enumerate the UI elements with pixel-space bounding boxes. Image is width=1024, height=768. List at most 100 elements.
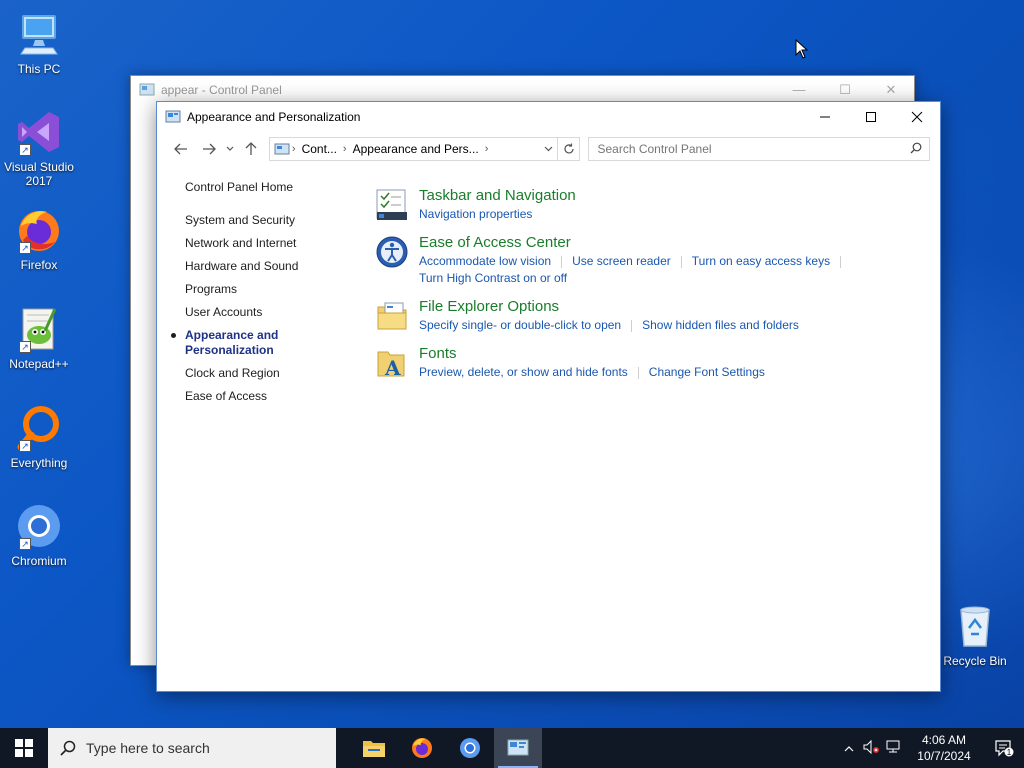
show-hidden-icons-button[interactable] — [838, 741, 860, 755]
close-button[interactable]: ✕ — [868, 82, 914, 98]
network-icon[interactable] — [882, 740, 904, 757]
minimize-button[interactable]: — — [776, 82, 822, 98]
search-input[interactable] — [597, 142, 904, 156]
link-turn-on-easy-access-keys[interactable]: Turn on easy access keys — [692, 254, 830, 268]
forward-button[interactable] — [195, 137, 223, 161]
sidebar-item-clock-and-region[interactable]: Clock and Region — [185, 366, 345, 381]
link-accommodate-low-vision[interactable]: Accommodate low vision — [419, 254, 551, 268]
close-icon — [911, 111, 923, 123]
desktop-icon-everything[interactable]: ↗ Everything — [1, 404, 77, 470]
link-divider — [561, 255, 563, 268]
shortcut-arrow-icon: ↗ — [19, 440, 31, 452]
taskbar-file-explorer[interactable] — [350, 728, 398, 768]
desktop-icon-notepadpp[interactable]: ↗ Notepad++ — [1, 305, 77, 371]
clock-time: 4:06 AM — [921, 733, 967, 747]
chromium-icon — [460, 738, 480, 758]
clock[interactable]: 4:06 AM 10/7/2024 — [904, 732, 984, 764]
link-turn-high-contrast[interactable]: Turn High Contrast on or off — [419, 271, 567, 285]
desktop-icon-chromium[interactable]: ↗ Chromium — [1, 502, 77, 568]
link-divider — [637, 366, 639, 379]
taskbar-icon — [376, 189, 407, 220]
back-button[interactable] — [167, 137, 195, 161]
window-title: Appearance and Personalization — [187, 110, 361, 124]
minimize-icon — [820, 116, 830, 118]
taskbar: Type here to search 4:06 AM 10/7/2024 1 — [0, 728, 1024, 768]
chevron-down-icon — [544, 146, 553, 151]
maximize-button[interactable]: ☐ — [822, 82, 868, 98]
taskbar-search-placeholder: Type here to search — [86, 740, 210, 756]
link-navigation-properties[interactable]: Navigation properties — [419, 207, 532, 221]
background-window-titlebar[interactable]: appear - Control Panel — ☐ ✕ — [131, 76, 914, 104]
sidebar-item-network-and-internet[interactable]: Network and Internet — [185, 236, 345, 251]
sidebar-item-ease-of-access[interactable]: Ease of Access — [185, 389, 345, 404]
section-heading-taskbar-and-navigation[interactable]: Taskbar and Navigation — [419, 186, 915, 206]
link-use-screen-reader[interactable]: Use screen reader — [572, 254, 671, 268]
notification-count: 1 — [1006, 747, 1012, 757]
sidebar-item-system-and-security[interactable]: System and Security — [185, 213, 345, 228]
section-heading-ease-of-access-center[interactable]: Ease of Access Center — [419, 233, 915, 253]
sidebar: Control Panel Home System and Security N… — [171, 180, 345, 412]
everything-icon: ↗ — [15, 404, 63, 452]
mouse-cursor-icon — [795, 39, 809, 59]
search-icon[interactable] — [903, 142, 929, 157]
desktop-icon-label: Visual Studio 2017 — [4, 160, 74, 188]
recent-locations-button[interactable] — [223, 137, 237, 161]
taskbar-firefox[interactable] — [398, 728, 446, 768]
link-divider — [840, 255, 842, 268]
address-bar[interactable]: › Cont... › Appearance and Pers... › — [268, 137, 581, 161]
sidebar-item-control-panel-home[interactable]: Control Panel Home — [185, 180, 345, 195]
arrow-right-icon — [202, 143, 216, 155]
section-heading-fonts[interactable]: Fonts — [419, 344, 915, 364]
link-show-hidden-files[interactable]: Show hidden files and folders — [642, 318, 799, 332]
sidebar-item-appearance-and-personalization[interactable]: Appearance and Personalization — [171, 328, 345, 358]
sidebar-item-programs[interactable]: Programs — [185, 282, 345, 297]
desktop-icon-label: Recycle Bin — [943, 654, 1007, 668]
computer-icon — [15, 10, 63, 58]
window-titlebar[interactable]: Appearance and Personalization — [157, 102, 940, 132]
close-button[interactable] — [894, 102, 940, 132]
control-panel-icon — [274, 143, 290, 155]
folder-options-icon — [377, 302, 407, 330]
svg-text:A: A — [384, 356, 401, 380]
background-window-title: appear - Control Panel — [161, 83, 282, 97]
arrow-up-icon — [245, 142, 257, 155]
taskbar-search-box[interactable]: Type here to search — [48, 728, 336, 768]
refresh-button[interactable] — [557, 138, 579, 160]
chevron-up-icon — [844, 746, 854, 752]
desktop-icon-visual-studio[interactable]: ↗ Visual Studio 2017 — [1, 108, 77, 188]
breadcrumb-appearance[interactable]: Appearance and Pers... — [349, 142, 483, 156]
maximize-button[interactable] — [848, 102, 894, 132]
up-button[interactable] — [237, 137, 265, 161]
shortcut-arrow-icon: ↗ — [19, 144, 31, 156]
control-panel-window[interactable]: Appearance and Personalization › Cont...… — [156, 101, 941, 692]
minimize-button[interactable] — [802, 102, 848, 132]
link-preview-fonts[interactable]: Preview, delete, or show and hide fonts — [419, 365, 628, 379]
desktop-icon-firefox[interactable]: ↗ Firefox — [1, 206, 77, 272]
desktop-icon-this-pc[interactable]: This PC — [1, 10, 77, 76]
start-button[interactable] — [0, 728, 48, 768]
sidebar-item-hardware-and-sound[interactable]: Hardware and Sound — [185, 259, 345, 274]
volume-muted-icon[interactable] — [860, 739, 882, 757]
visual-studio-icon: ↗ — [15, 108, 63, 156]
breadcrumb-control-panel[interactable]: Cont... — [298, 142, 341, 156]
sidebar-item-user-accounts[interactable]: User Accounts — [185, 305, 345, 320]
system-tray: 4:06 AM 10/7/2024 1 — [838, 728, 1024, 768]
shortcut-arrow-icon: ↗ — [19, 341, 31, 353]
link-change-font-settings[interactable]: Change Font Settings — [649, 365, 765, 379]
taskbar-chromium[interactable] — [446, 728, 494, 768]
taskbar-control-panel[interactable] — [494, 728, 542, 768]
clock-date: 10/7/2024 — [917, 749, 971, 763]
breadcrumb-separator-icon: › — [484, 143, 489, 155]
firefox-icon — [412, 738, 432, 758]
desktop-icon-label: Notepad++ — [9, 357, 69, 371]
search-box[interactable] — [588, 137, 931, 161]
chevron-down-icon — [226, 146, 234, 151]
link-single-double-click[interactable]: Specify single- or double-click to open — [419, 318, 621, 332]
fonts-icon: A — [377, 351, 405, 380]
action-center-button[interactable]: 1 — [984, 739, 1024, 757]
address-dropdown-button[interactable] — [539, 144, 557, 155]
desktop-icon-recycle-bin[interactable]: Recycle Bin — [937, 602, 1013, 668]
ease-of-access-icon — [376, 236, 408, 268]
section-taskbar-and-navigation: Taskbar and Navigation Navigation proper… — [375, 186, 915, 223]
section-heading-file-explorer-options[interactable]: File Explorer Options — [419, 297, 915, 317]
